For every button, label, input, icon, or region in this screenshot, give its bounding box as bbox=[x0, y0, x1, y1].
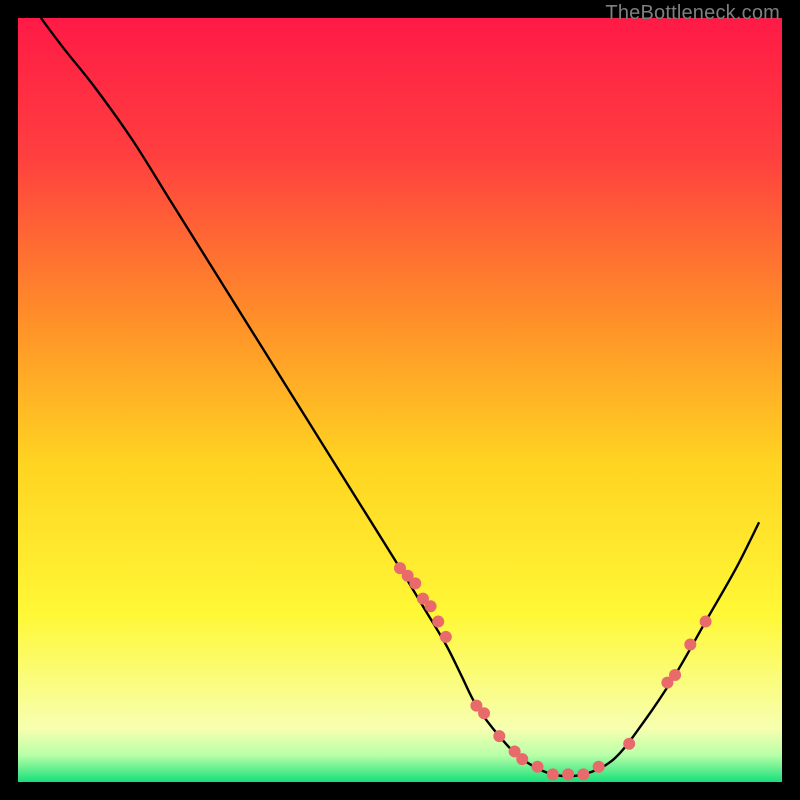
data-marker bbox=[409, 577, 421, 589]
data-marker bbox=[684, 638, 696, 650]
data-marker bbox=[478, 707, 490, 719]
data-marker bbox=[700, 616, 712, 628]
data-marker bbox=[669, 669, 681, 681]
chart-svg bbox=[18, 18, 782, 782]
data-marker bbox=[425, 600, 437, 612]
data-marker bbox=[532, 761, 544, 773]
gradient-background bbox=[18, 18, 782, 782]
data-marker bbox=[440, 631, 452, 643]
data-marker bbox=[577, 768, 589, 780]
data-marker bbox=[562, 768, 574, 780]
data-marker bbox=[493, 730, 505, 742]
data-marker bbox=[593, 761, 605, 773]
data-marker bbox=[432, 616, 444, 628]
chart-frame bbox=[18, 18, 782, 782]
data-marker bbox=[547, 768, 559, 780]
watermark-text: TheBottleneck.com bbox=[605, 2, 780, 25]
data-marker bbox=[516, 753, 528, 765]
data-marker bbox=[623, 738, 635, 750]
